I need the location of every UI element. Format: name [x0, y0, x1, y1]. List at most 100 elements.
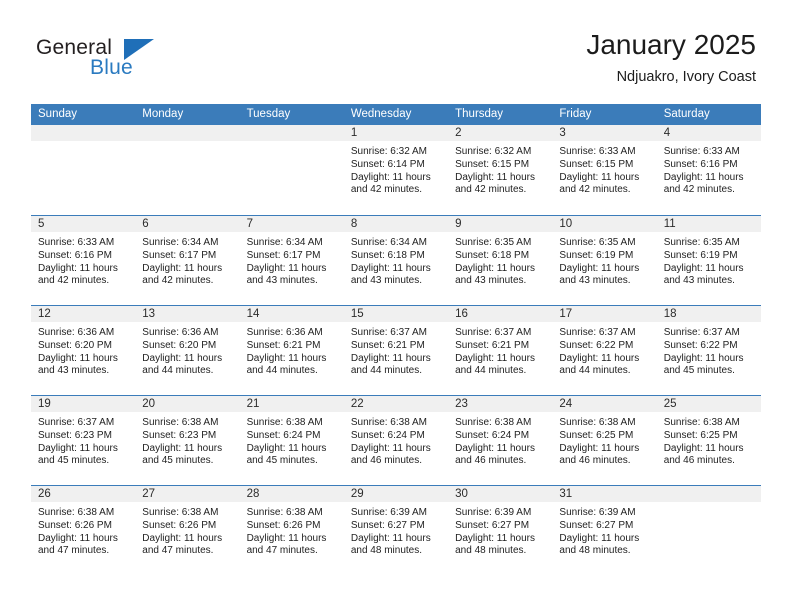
daylight-text-line2: and 42 minutes.: [455, 184, 527, 196]
calendar-day-cell[interactable]: 8 Sunrise: 6:34 AM Sunset: 6:18 PM Daylight…: [343, 216, 449, 305]
daylight-text-line2: and 45 minutes.: [38, 455, 110, 467]
weekday-header-wednesday: Wednesday: [350, 108, 412, 120]
day-details: Sunrise: 6:38 AM Sunset: 6:23 PM Daylight:…: [135, 413, 239, 468]
day-details: Sunrise: 6:36 AM Sunset: 6:20 PM Daylight:…: [31, 323, 135, 378]
daylight-text-line1: Daylight: 11 hours: [246, 262, 327, 274]
sunset-text: Sunset: 6:25 PM: [559, 429, 634, 441]
calendar-day-cell[interactable]: 3 Sunrise: 6:33 AM Sunset: 6:15 PM Daylight…: [552, 125, 657, 215]
sunrise-text: Sunrise: 6:37 AM: [663, 327, 740, 338]
daylight-text-line2: and 47 minutes.: [38, 545, 110, 557]
daylight-text-line1: Daylight: 11 hours: [559, 262, 640, 274]
daylight-text-line1: Daylight: 11 hours: [142, 352, 223, 364]
calendar-day-cell[interactable]: 25 Sunrise: 6:38 AM Sunset: 6:25 PM Dayligh…: [656, 396, 761, 485]
sunrise-text: Sunrise: 6:38 AM: [559, 417, 636, 428]
calendar-day-cell[interactable]: 13 Sunrise: 6:36 AM Sunset: 6:20 PM Dayligh…: [135, 306, 240, 395]
day-number: 22: [350, 398, 364, 410]
daylight-text-line2: and 46 minutes.: [663, 455, 735, 467]
weekday-header-thursday: Thursday: [455, 108, 504, 120]
daylight-text-line2: and 43 minutes.: [455, 275, 527, 287]
day-number-band: 22: [343, 396, 449, 413]
sunrise-text: Sunrise: 6:36 AM: [38, 327, 115, 338]
calendar-day-cell[interactable]: 4 Sunrise: 6:33 AM Sunset: 6:16 PM Daylight…: [656, 125, 761, 215]
calendar-day-cell[interactable]: 27 Sunrise: 6:38 AM Sunset: 6:26 PM Dayligh…: [135, 486, 240, 575]
calendar-day-cell[interactable]: 14 Sunrise: 6:36 AM Sunset: 6:21 PM Dayligh…: [239, 306, 344, 395]
sunrise-text: Sunrise: 6:38 AM: [246, 507, 323, 518]
sunrise-text: Sunrise: 6:33 AM: [559, 146, 636, 157]
calendar-day-cell[interactable]: 20 Sunrise: 6:38 AM Sunset: 6:23 PM Dayligh…: [135, 396, 240, 485]
calendar-day-cell[interactable]: 30 Sunrise: 6:39 AM Sunset: 6:27 PM Dayligh…: [448, 486, 553, 575]
sunrise-text: Sunrise: 6:35 AM: [663, 237, 740, 248]
day-details: Sunrise: 6:32 AM Sunset: 6:14 PM Daylight:…: [344, 142, 448, 197]
sunset-text: Sunset: 6:18 PM: [350, 249, 425, 261]
sunrise-text: Sunrise: 6:38 AM: [350, 417, 427, 428]
calendar-day-cell[interactable]: 26 Sunrise: 6:38 AM Sunset: 6:26 PM Dayligh…: [31, 486, 136, 575]
day-number-band: 21: [239, 396, 344, 413]
general-blue-logo[interactable]: General Blue: [36, 36, 236, 92]
calendar-day-cell[interactable]: 9 Sunrise: 6:35 AM Sunset: 6:18 PM Daylight…: [448, 216, 553, 305]
sunrise-text: Sunrise: 6:37 AM: [455, 327, 532, 338]
sunset-text: Sunset: 6:15 PM: [455, 158, 530, 170]
calendar-day-cell[interactable]: 21 Sunrise: 6:38 AM Sunset: 6:24 PM Dayligh…: [239, 396, 344, 485]
daylight-text-line1: Daylight: 11 hours: [455, 352, 535, 364]
day-number: 13: [142, 308, 156, 320]
calendar-day-cell[interactable]: 6 Sunrise: 6:34 AM Sunset: 6:17 PM Daylight…: [135, 216, 240, 305]
day-number: 3: [559, 127, 566, 139]
day-details: Sunrise: 6:33 AM Sunset: 6:16 PM Daylight:…: [31, 233, 135, 288]
day-details: Sunrise: 6:34 AM Sunset: 6:18 PM Daylight:…: [344, 233, 448, 288]
sunset-text: Sunset: 6:17 PM: [142, 249, 217, 261]
calendar-day-cell[interactable]: 16 Sunrise: 6:37 AM Sunset: 6:21 PM Dayligh…: [448, 306, 553, 395]
sunset-text: Sunset: 6:24 PM: [455, 429, 530, 441]
calendar-day-cell[interactable]: 12 Sunrise: 6:36 AM Sunset: 6:20 PM Dayligh…: [31, 306, 136, 395]
day-number-band: 3: [552, 125, 657, 142]
daylight-text-line2: and 44 minutes.: [246, 365, 318, 377]
day-number: 23: [455, 398, 468, 410]
day-details: [135, 142, 239, 146]
calendar-day-cell[interactable]: 15 Sunrise: 6:37 AM Sunset: 6:21 PM Dayligh…: [343, 306, 449, 395]
calendar-day-cell[interactable]: 2 Sunrise: 6:32 AM Sunset: 6:15 PM Daylight…: [448, 125, 553, 215]
daylight-text-line1: Daylight: 11 hours: [350, 352, 431, 364]
calendar-day-cell-empty: [31, 125, 136, 215]
daylight-text-line2: and 45 minutes.: [246, 455, 318, 467]
day-number: 30: [455, 488, 468, 500]
day-number: 16: [455, 308, 468, 320]
day-number: 5: [38, 218, 45, 230]
calendar-day-cell[interactable]: 7 Sunrise: 6:34 AM Sunset: 6:17 PM Daylight…: [239, 216, 344, 305]
sunset-text: Sunset: 6:21 PM: [455, 339, 530, 351]
day-number: 4: [663, 127, 671, 139]
day-number-band: [656, 486, 761, 503]
day-number-band: [135, 125, 240, 142]
sunrise-text: Sunrise: 6:37 AM: [38, 417, 115, 428]
calendar-grid: Sunday Monday Tuesday Wednesday Thursday…: [31, 104, 761, 575]
daylight-text-line2: and 44 minutes.: [350, 365, 423, 377]
daylight-text-line1: Daylight: 11 hours: [455, 171, 535, 183]
calendar-day-cell[interactable]: 11 Sunrise: 6:35 AM Sunset: 6:19 PM Dayligh…: [656, 216, 761, 305]
day-number: 7: [246, 218, 253, 230]
day-details: [31, 142, 135, 146]
sunrise-text: Sunrise: 6:34 AM: [142, 237, 219, 248]
day-number: 26: [38, 488, 51, 500]
sunset-text: Sunset: 6:22 PM: [663, 339, 738, 351]
calendar-day-cell[interactable]: 28 Sunrise: 6:38 AM Sunset: 6:26 PM Dayligh…: [239, 486, 344, 575]
day-number-band: 27: [135, 486, 240, 503]
calendar-day-cell[interactable]: 31 Sunrise: 6:39 AM Sunset: 6:27 PM Dayligh…: [552, 486, 657, 575]
daylight-text-line2: and 42 minutes.: [142, 275, 214, 287]
sunset-text: Sunset: 6:27 PM: [455, 519, 530, 531]
calendar-day-cell[interactable]: 5 Sunrise: 6:33 AM Sunset: 6:16 PM Daylight…: [31, 216, 136, 305]
calendar-day-cell-empty: [656, 486, 761, 575]
daylight-text-line2: and 43 minutes.: [559, 275, 631, 287]
daylight-text-line1: Daylight: 11 hours: [559, 352, 640, 364]
logo-text-blue: Blue: [90, 56, 133, 79]
calendar-day-cell[interactable]: 18 Sunrise: 6:37 AM Sunset: 6:22 PM Dayligh…: [656, 306, 761, 395]
calendar-day-cell[interactable]: 10 Sunrise: 6:35 AM Sunset: 6:19 PM Dayligh…: [552, 216, 657, 305]
calendar-day-cell[interactable]: 1 Sunrise: 6:32 AM Sunset: 6:14 PM Daylight…: [343, 125, 449, 215]
daylight-text-line1: Daylight: 11 hours: [559, 532, 640, 544]
sunrise-text: Sunrise: 6:38 AM: [455, 417, 532, 428]
calendar-day-cell[interactable]: 22 Sunrise: 6:38 AM Sunset: 6:24 PM Dayligh…: [343, 396, 449, 485]
calendar-day-cell[interactable]: 29 Sunrise: 6:39 AM Sunset: 6:27 PM Dayligh…: [343, 486, 449, 575]
page-header: General Blue January 2025 Ndjuakro, Ivor…: [0, 0, 792, 100]
calendar-day-cell[interactable]: 23 Sunrise: 6:38 AM Sunset: 6:24 PM Dayligh…: [448, 396, 553, 485]
daylight-text-line1: Daylight: 11 hours: [350, 442, 431, 454]
calendar-day-cell[interactable]: 19 Sunrise: 6:37 AM Sunset: 6:23 PM Dayligh…: [31, 396, 136, 485]
calendar-day-cell[interactable]: 24 Sunrise: 6:38 AM Sunset: 6:25 PM Dayligh…: [552, 396, 657, 485]
calendar-day-cell[interactable]: 17 Sunrise: 6:37 AM Sunset: 6:22 PM Dayligh…: [552, 306, 657, 395]
